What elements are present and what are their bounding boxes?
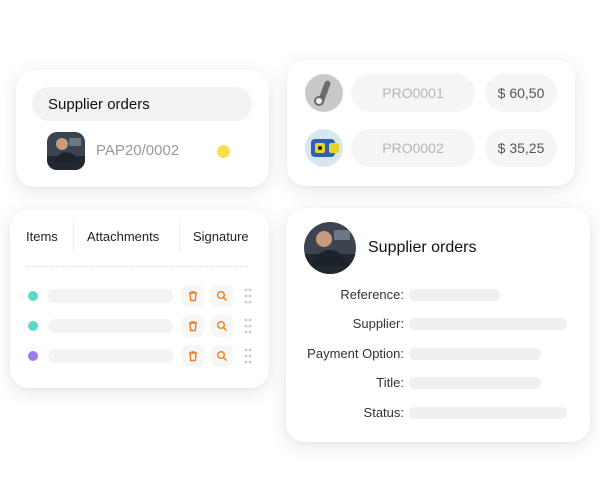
supplier-orders-card: Supplier orders PAP20/0002 bbox=[16, 70, 269, 187]
field-label-reference: Reference: bbox=[340, 287, 404, 302]
field-label-supplier: Supplier: bbox=[352, 316, 404, 331]
field-label-title: Title: bbox=[376, 375, 404, 390]
title-value bbox=[409, 377, 541, 389]
delete-button[interactable] bbox=[182, 315, 204, 337]
mechanic-thumbnail bbox=[47, 132, 85, 170]
order-status-dot bbox=[217, 145, 230, 158]
detail-title: Supplier orders bbox=[368, 239, 477, 256]
products-card: PRO0001 $ 60,50 PRO0002 $ 35,25 bbox=[287, 60, 575, 186]
payment-option-value bbox=[409, 348, 541, 360]
delete-button[interactable] bbox=[182, 285, 204, 307]
measuring-tool-thumbnail bbox=[305, 129, 343, 167]
trash-icon bbox=[189, 321, 197, 332]
item-status-dot bbox=[28, 351, 38, 361]
field-label-status: Status: bbox=[363, 405, 404, 420]
trash-icon bbox=[189, 351, 197, 362]
item-status-dot bbox=[28, 291, 38, 301]
tabs-divider bbox=[26, 266, 248, 267]
tab-divider bbox=[73, 222, 74, 252]
product-price: $ 35,25 bbox=[485, 129, 557, 167]
delete-button[interactable] bbox=[182, 345, 204, 367]
item-placeholder[interactable] bbox=[48, 349, 173, 363]
wrench-thumbnail bbox=[305, 74, 343, 112]
trash-icon bbox=[189, 291, 197, 302]
search-icon bbox=[217, 351, 227, 361]
item-status-dot bbox=[28, 321, 38, 331]
product-code[interactable]: PRO0001 bbox=[351, 74, 475, 112]
reference-value bbox=[409, 289, 500, 301]
items-card: Items Attachments Signature bbox=[10, 210, 269, 388]
tab-divider bbox=[179, 222, 180, 252]
search-button[interactable] bbox=[211, 345, 233, 367]
product-code[interactable]: PRO0002 bbox=[351, 129, 475, 167]
status-value bbox=[409, 407, 567, 419]
supplier-orders-title[interactable]: Supplier orders bbox=[32, 87, 252, 121]
search-icon bbox=[217, 321, 227, 331]
drag-handle-icon[interactable] bbox=[244, 318, 252, 334]
search-icon bbox=[217, 291, 227, 301]
field-label-payment-option: Payment Option: bbox=[307, 346, 404, 361]
search-button[interactable] bbox=[211, 285, 233, 307]
product-price: $ 60,50 bbox=[485, 74, 557, 112]
drag-handle-icon[interactable] bbox=[244, 288, 252, 304]
order-code[interactable]: PAP20/0002 bbox=[96, 142, 179, 159]
tab-items[interactable]: Items bbox=[26, 229, 58, 244]
tab-signature[interactable]: Signature bbox=[193, 229, 249, 244]
item-placeholder[interactable] bbox=[48, 289, 173, 303]
supplier-order-detail-card: Supplier orders Reference: Supplier: Pay… bbox=[286, 208, 590, 442]
item-placeholder[interactable] bbox=[48, 319, 173, 333]
tab-attachments[interactable]: Attachments bbox=[87, 229, 159, 244]
drag-handle-icon[interactable] bbox=[244, 348, 252, 364]
search-button[interactable] bbox=[211, 315, 233, 337]
avatar bbox=[304, 222, 356, 274]
supplier-value bbox=[409, 318, 567, 330]
